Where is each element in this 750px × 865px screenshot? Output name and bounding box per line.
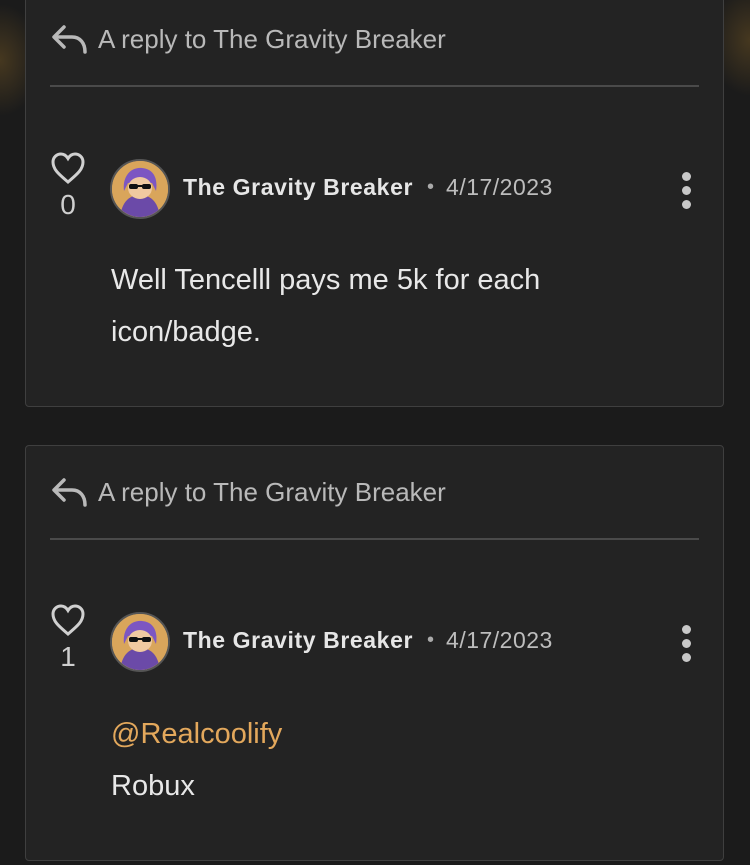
avatar-icon	[112, 614, 168, 670]
comment-date: 4/17/2023	[446, 627, 553, 653]
avatar[interactable]	[110, 159, 170, 219]
comment-card: A reply to The Gravity Breaker 1 The Gra…	[25, 445, 724, 861]
heart-outline-icon[interactable]	[50, 151, 86, 185]
comment-body: Well Tencelll pays me 5k for each icon/b…	[111, 254, 663, 358]
kebab-menu-icon[interactable]	[679, 172, 693, 209]
author-name[interactable]: The Gravity Breaker	[183, 627, 413, 654]
comment-body-line: Robux	[111, 770, 195, 802]
like-count: 0	[60, 189, 76, 220]
divider	[50, 538, 699, 540]
comment-card: A reply to The Gravity Breaker 0 The Gra…	[25, 0, 724, 407]
comment-meta: The Gravity Breaker • 4/17/2023	[183, 174, 553, 201]
comment-meta: The Gravity Breaker • 4/17/2023	[183, 627, 553, 654]
reply-arrow-icon	[52, 478, 87, 507]
like-count: 1	[60, 641, 76, 672]
meta-separator: •	[427, 176, 435, 198]
comment-body: @Realcoolify Robux	[111, 708, 663, 812]
comment-date: 4/17/2023	[446, 174, 553, 200]
reply-label: A reply to The Gravity Breaker	[98, 23, 446, 54]
heart-outline-icon[interactable]	[50, 603, 86, 637]
reply-label: A reply to The Gravity Breaker	[98, 476, 446, 507]
avatar[interactable]	[110, 612, 170, 672]
comment-body-line: icon/badge.	[111, 316, 261, 348]
user-mention[interactable]: @Realcoolify	[111, 708, 663, 760]
avatar-icon	[112, 161, 168, 217]
reply-header[interactable]: A reply to The Gravity Breaker	[50, 19, 446, 59]
meta-separator: •	[427, 629, 435, 651]
reply-header[interactable]: A reply to The Gravity Breaker	[50, 472, 446, 512]
divider	[50, 85, 699, 87]
like-control: 0	[50, 151, 86, 221]
reply-arrow-icon	[52, 25, 87, 54]
author-name[interactable]: The Gravity Breaker	[183, 174, 413, 201]
comment-body-line: Well Tencelll pays me 5k for each	[111, 264, 541, 296]
kebab-menu-icon[interactable]	[679, 625, 693, 662]
like-control: 1	[50, 603, 86, 673]
